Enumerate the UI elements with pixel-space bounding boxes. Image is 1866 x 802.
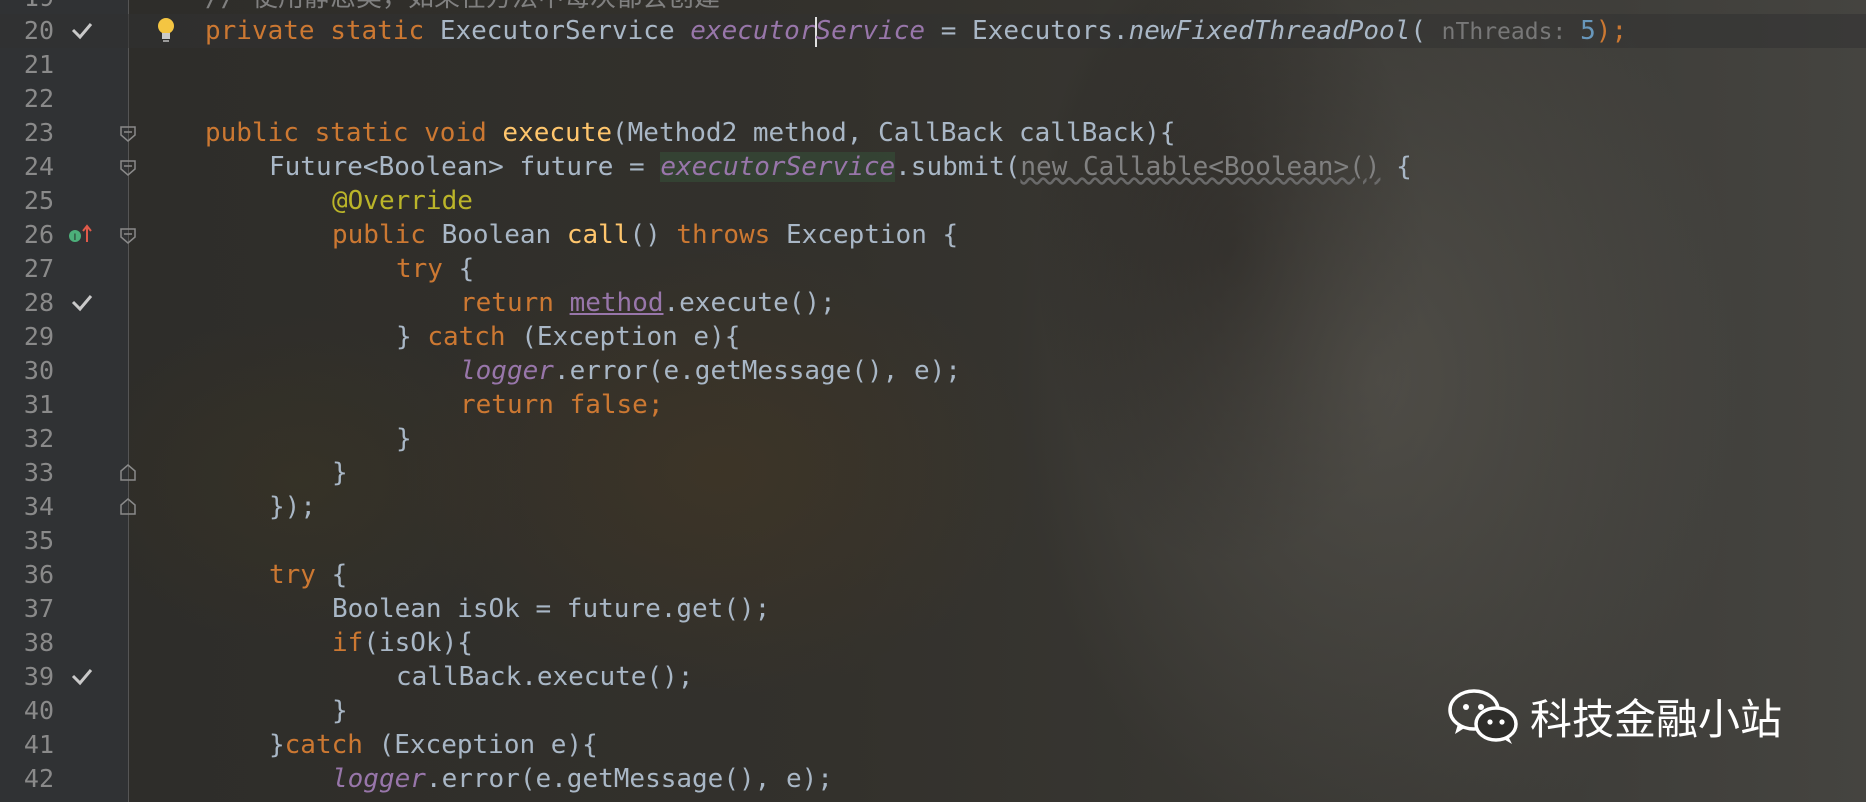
code-text[interactable]: } bbox=[332, 694, 348, 728]
line-number: 41 bbox=[23, 730, 54, 759]
code-text[interactable]: if(isOk){ bbox=[332, 626, 473, 660]
check-icon[interactable] bbox=[70, 660, 94, 694]
line-number: 22 bbox=[23, 84, 54, 113]
code-text[interactable]: private static ExecutorService executorS… bbox=[205, 14, 1627, 49]
watermark-text: 科技金融小站 bbox=[1530, 694, 1783, 744]
line-number: 26 bbox=[23, 220, 54, 249]
line-number: 42 bbox=[23, 764, 54, 793]
check-icon[interactable] bbox=[70, 14, 94, 48]
line-number: 20 bbox=[23, 16, 54, 45]
fold-marker-icon[interactable] bbox=[118, 456, 138, 490]
code-text[interactable]: public static void execute(Method2 metho… bbox=[205, 116, 1176, 150]
line-number: 33 bbox=[23, 458, 54, 487]
line-number: 38 bbox=[23, 628, 54, 657]
code-line[interactable]: 33 } bbox=[0, 456, 1866, 490]
code-line[interactable]: 31 return false; bbox=[0, 388, 1866, 422]
svg-text:I: I bbox=[74, 233, 77, 243]
code-line[interactable]: 20 private static ExecutorService execut… bbox=[0, 14, 1866, 48]
line-number: 32 bbox=[23, 424, 54, 453]
code-line[interactable]: 35 bbox=[0, 524, 1866, 558]
parameter-hint: nThreads: bbox=[1441, 19, 1581, 45]
line-number: 25 bbox=[23, 186, 54, 215]
line-number: 27 bbox=[23, 254, 54, 283]
code-text[interactable]: try { bbox=[269, 558, 347, 592]
code-editor[interactable]: 19 // 使用静态类，如果在方法中每次都会创建 20 private stat… bbox=[0, 0, 1866, 802]
line-number: 28 bbox=[23, 288, 54, 317]
line-number: 40 bbox=[23, 696, 54, 725]
code-line[interactable]: 38 if(isOk){ bbox=[0, 626, 1866, 660]
line-number: 23 bbox=[23, 118, 54, 147]
code-line[interactable]: 24 Future<Boolean> future = executorServ… bbox=[0, 150, 1866, 184]
line-number: 31 bbox=[23, 390, 54, 419]
fold-marker-icon[interactable] bbox=[118, 218, 138, 252]
code-text[interactable]: logger.error(e.getMessage(), e); bbox=[460, 354, 961, 388]
fold-marker-icon[interactable] bbox=[118, 116, 138, 150]
wechat-icon bbox=[1448, 689, 1518, 744]
code-text[interactable]: @Override bbox=[332, 184, 473, 218]
code-line[interactable]: 36 try { bbox=[0, 558, 1866, 592]
code-comment: // 使用静态类，如果在方法中每次都会创建 bbox=[205, 0, 720, 12]
watermark: 科技金融小站 bbox=[1446, 686, 1782, 746]
code-text[interactable]: public Boolean call() throws Exception { bbox=[332, 218, 958, 252]
code-text[interactable]: return method.execute(); bbox=[460, 286, 836, 320]
check-icon[interactable] bbox=[70, 286, 94, 320]
code-text[interactable]: }catch (Exception e){ bbox=[269, 728, 598, 762]
code-line[interactable]: 28 return method.execute(); bbox=[0, 286, 1866, 320]
line-number: 19 bbox=[0, 0, 54, 12]
code-line[interactable]: 32 } bbox=[0, 422, 1866, 456]
code-text[interactable]: }); bbox=[269, 490, 316, 524]
code-line[interactable]: 34 }); bbox=[0, 490, 1866, 524]
line-number: 37 bbox=[23, 594, 54, 623]
line-number: 29 bbox=[23, 322, 54, 351]
code-line[interactable]: 25 @Override bbox=[0, 184, 1866, 218]
line-number: 34 bbox=[23, 492, 54, 521]
lightbulb-icon[interactable] bbox=[154, 14, 178, 48]
fold-marker-icon[interactable] bbox=[118, 150, 138, 184]
implement-override-icon[interactable]: I bbox=[64, 218, 94, 252]
code-text[interactable]: logger.error(e.getMessage(), e); bbox=[332, 762, 833, 796]
code-line[interactable]: 22 bbox=[0, 82, 1866, 116]
line-number: 39 bbox=[23, 662, 54, 691]
code-text[interactable]: } bbox=[332, 456, 348, 490]
code-text[interactable]: return false; bbox=[460, 388, 664, 422]
line-number: 36 bbox=[23, 560, 54, 589]
code-line[interactable]: 37 Boolean isOk = future.get(); bbox=[0, 592, 1866, 626]
fold-marker-icon[interactable] bbox=[118, 490, 138, 524]
code-line[interactable]: 21 bbox=[0, 48, 1866, 82]
code-text[interactable]: try { bbox=[396, 252, 474, 286]
code-text[interactable]: } catch (Exception e){ bbox=[396, 320, 740, 354]
code-text[interactable]: Boolean isOk = future.get(); bbox=[332, 592, 770, 626]
line-number: 35 bbox=[23, 526, 54, 555]
code-line[interactable]: 30 logger.error(e.getMessage(), e); bbox=[0, 354, 1866, 388]
code-text[interactable]: Future<Boolean> future = executorService… bbox=[269, 150, 1412, 184]
line-number: 24 bbox=[23, 152, 54, 181]
code-line[interactable]: 23 public static void execute(Method2 me… bbox=[0, 116, 1866, 150]
code-line[interactable]: 26 I public Boolean call() throws Except… bbox=[0, 218, 1866, 252]
code-line[interactable]: 27 try { bbox=[0, 252, 1866, 286]
line-number: 30 bbox=[23, 356, 54, 385]
code-line[interactable]: 29 } catch (Exception e){ bbox=[0, 320, 1866, 354]
line-number: 21 bbox=[23, 50, 54, 79]
code-line[interactable]: 42 logger.error(e.getMessage(), e); bbox=[0, 762, 1866, 796]
code-text[interactable]: callBack.execute(); bbox=[396, 660, 693, 694]
code-text[interactable]: } bbox=[396, 422, 412, 456]
